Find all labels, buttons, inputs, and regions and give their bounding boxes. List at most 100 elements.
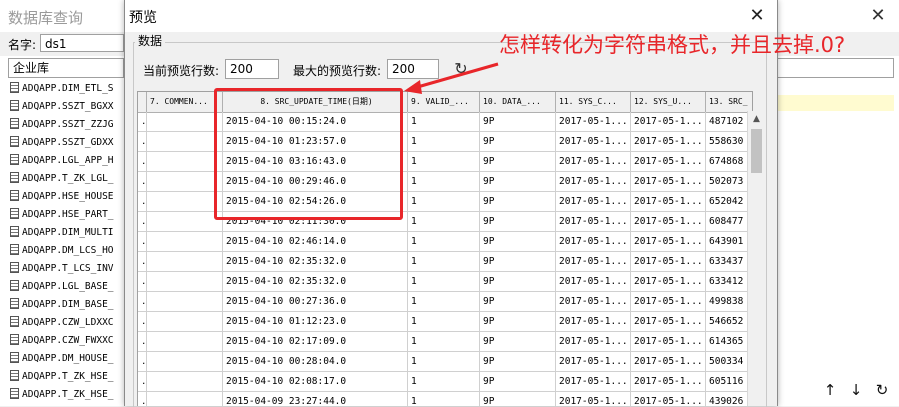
table-list-item[interactable]: ADQAPP.CZW_FWXXC (8, 332, 124, 350)
cell-c7 (147, 112, 223, 132)
table-list-item[interactable]: ADQAPP.DM_HOUSE_ (8, 350, 124, 368)
table-list-item[interactable]: ADQAPP.T_ZK_HSE_ (8, 368, 124, 386)
table-list-item[interactable]: ADQAPP.T_LCS_INV (8, 260, 124, 278)
cell-c10: 9P (480, 232, 556, 252)
table-row[interactable]: . 2015-04-10 02:35:32.0 1 9P 2017-05-1... 201… (138, 252, 752, 272)
table-list-item[interactable]: ADQAPP.DIM_BASE_ (8, 296, 124, 314)
refresh-icon[interactable]: ↻ (874, 380, 890, 400)
name-label: 名字: (8, 38, 37, 52)
table-icon (10, 82, 19, 93)
move-down-icon[interactable]: ↓ (848, 380, 864, 400)
table-row[interactable]: . 2015-04-09 23:27:44.0 1 9P 2017-05-1... 201… (138, 392, 752, 406)
cell-c11: 2017-05-1... (556, 252, 631, 272)
cell-c10: 9P (480, 172, 556, 192)
table-list-item[interactable]: ADQAPP.DM_LCS_HO (8, 242, 124, 260)
table-row[interactable]: . 2015-04-10 01:12:23.0 1 9P 2017-05-1... 201… (138, 312, 752, 332)
cell-c8: 2015-04-10 00:28:04.0 (223, 352, 408, 372)
table-icon (10, 352, 19, 363)
cell-c7 (147, 172, 223, 192)
table-row[interactable]: . 2015-04-10 02:08:17.0 1 9P 2017-05-1... 201… (138, 372, 752, 392)
table-name: ADQAPP.DM_LCS_HO (22, 245, 114, 256)
table-row[interactable]: . 2015-04-10 00:27:36.0 1 9P 2017-05-1... 201… (138, 292, 752, 312)
cell-c11: 2017-05-1... (556, 212, 631, 232)
dialog-titlebar: 预览 ✕ (125, 0, 777, 32)
move-up-icon[interactable]: ↑ (822, 380, 838, 400)
cell-c13: 643901 (706, 232, 752, 252)
table-list-item[interactable]: ADQAPP.HSE_PART_ (8, 206, 124, 224)
table-list-item[interactable]: ADQAPP.DIM_MULTI (8, 224, 124, 242)
table-row[interactable]: . 2015-04-10 00:28:04.0 1 9P 2017-05-1... 201… (138, 352, 752, 372)
table-row[interactable]: . 2015-04-10 02:46:14.0 1 9P 2017-05-1... 201… (138, 232, 752, 252)
table-name: ADQAPP.LGL_APP_H (22, 155, 114, 166)
cell-mark: . (138, 172, 147, 192)
current-rows-label: 当前预览行数: (143, 64, 220, 78)
annotation-question: 怎样转化为字符串格式，并且去掉.0? (499, 33, 846, 57)
cell-c9: 1 (408, 152, 480, 172)
cell-c9: 1 (408, 292, 480, 312)
table-icon (10, 100, 19, 111)
table-list-item[interactable]: ADQAPP.T_ZK_HSE_ (8, 386, 124, 404)
vertical-scrollbar[interactable]: ▲ (747, 111, 765, 406)
table-list-item[interactable]: ADQAPP.SSZT_ZZJG (8, 116, 124, 134)
cell-c10: 9P (480, 392, 556, 406)
table-list-item[interactable]: ADQAPP.HSE_HOUSE (8, 188, 124, 206)
current-rows-input[interactable]: 200 (225, 59, 279, 79)
cell-c12: 2017-05-1... (631, 152, 706, 172)
column-header-c11[interactable]: 11. SYS_C... (556, 92, 631, 112)
cell-c7 (147, 372, 223, 392)
name-input[interactable]: ds1 (40, 34, 124, 52)
table-list-item[interactable]: ADQAPP.DIM_ETL_S (8, 80, 124, 98)
table-list-item[interactable]: ADQAPP.CZW_LDXXC (8, 314, 124, 332)
cell-c11: 2017-05-1... (556, 392, 631, 406)
table-icon (10, 172, 19, 183)
scroll-up-icon[interactable]: ▲ (748, 111, 765, 128)
cell-mark: . (138, 392, 147, 406)
column-header-c13[interactable]: 13. SRC_ (706, 92, 752, 112)
bg-close-icon[interactable]: ✕ (866, 4, 890, 28)
cell-c13: 652042 (706, 192, 752, 212)
scrollbar-thumb[interactable] (751, 129, 762, 173)
table-name: ADQAPP.DM_HOUSE_ (22, 353, 114, 364)
cell-c13: 614365 (706, 332, 752, 352)
cell-c10: 9P (480, 212, 556, 232)
table-list-item[interactable]: ADQAPP.SSZT_GDXX (8, 134, 124, 152)
cell-c13: 605116 (706, 372, 752, 392)
cell-c7 (147, 312, 223, 332)
cell-c11: 2017-05-1... (556, 152, 631, 172)
table-icon (10, 388, 19, 399)
cell-c12: 2017-05-1... (631, 232, 706, 252)
bg-right-input[interactable] (776, 58, 894, 78)
table-list-item[interactable]: ADQAPP.LGL_BASE_ (8, 278, 124, 296)
bg-action-buttons: ↑ ↓ ↻ (822, 380, 896, 402)
cell-mark: . (138, 312, 147, 332)
table-name: ADQAPP.SSZT_BGXX (22, 101, 114, 112)
cell-c9: 1 (408, 332, 480, 352)
database-select[interactable]: 企业库 (8, 58, 124, 78)
cell-c11: 2017-05-1... (556, 372, 631, 392)
column-header-c7[interactable]: 7. COMMEN... (147, 92, 223, 112)
cell-c10: 9P (480, 292, 556, 312)
cell-c9: 1 (408, 392, 480, 406)
table-list-item[interactable]: ADQAPP.SSZT_BGXX (8, 98, 124, 116)
cell-c11: 2017-05-1... (556, 172, 631, 192)
table-icon (10, 136, 19, 147)
cell-c9: 1 (408, 232, 480, 252)
table-list-item[interactable]: ADQAPP.LGL_APP_H (8, 152, 124, 170)
cell-mark: . (138, 132, 147, 152)
table-icon (10, 316, 19, 327)
column-header-c12[interactable]: 12. SYS_U... (631, 92, 706, 112)
cell-mark: . (138, 372, 147, 392)
bg-highlight-row (776, 95, 894, 111)
cell-c13: 633437 (706, 252, 752, 272)
table-row[interactable]: . 2015-04-10 02:35:32.0 1 9P 2017-05-1... 201… (138, 272, 752, 292)
dialog-close-icon[interactable]: ✕ (745, 4, 769, 28)
table-name: ADQAPP.T_ZK_HSE_ (22, 371, 114, 382)
cell-c12: 2017-05-1... (631, 112, 706, 132)
column-header-mark[interactable] (138, 92, 147, 112)
cell-c10: 9P (480, 132, 556, 152)
table-list-item[interactable]: ADQAPP.T_ZK_LGL_ (8, 170, 124, 188)
table-name: ADQAPP.T_LCS_INV (22, 263, 114, 274)
cell-c12: 2017-05-1... (631, 392, 706, 406)
table-row[interactable]: . 2015-04-10 02:17:09.0 1 9P 2017-05-1... 201… (138, 332, 752, 352)
bg-right-area (776, 90, 894, 370)
